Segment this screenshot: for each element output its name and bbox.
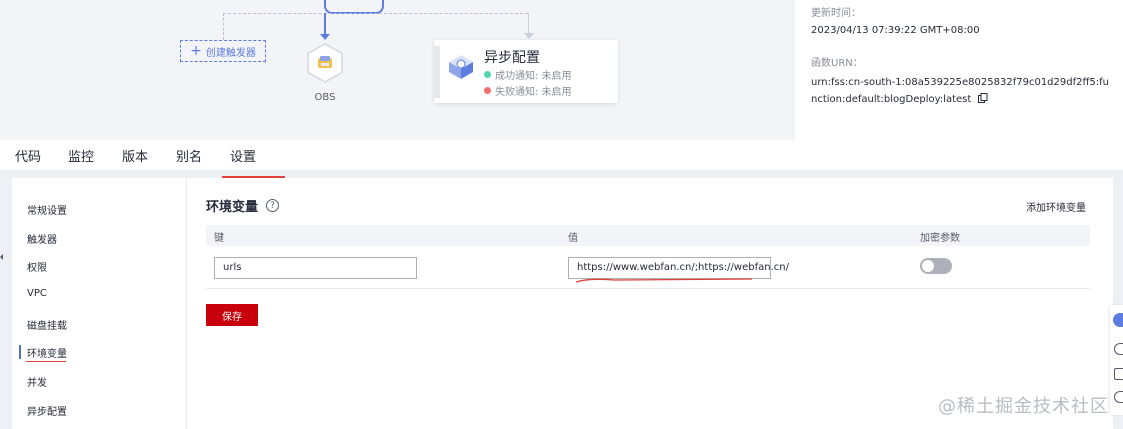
- async-config-card[interactable]: 异步配置 成功通知: 未启用 失败通知: 未启用: [434, 40, 618, 103]
- section-title: 环境变量 ?: [206, 196, 280, 215]
- sidebar-annotation-underline: [26, 361, 66, 362]
- chevron-left-icon[interactable]: [0, 254, 3, 260]
- flow-connector: [324, 0, 384, 14]
- arrow-down-icon: [320, 34, 330, 40]
- sidebar-item-disk-mount[interactable]: 磁盘挂载: [27, 317, 67, 332]
- failure-notice-text: 失败通知: 未启用: [495, 87, 572, 98]
- smile-icon[interactable]: [1114, 391, 1123, 403]
- updated-label: 更新时间：: [811, 8, 861, 19]
- status-dot: [484, 87, 491, 94]
- urn-value: urn:fss:cn-south-1:08a539225e8025832f79c…: [811, 74, 1111, 108]
- updated-value: 2023/04/13 07:39:22 GMT+08:00: [811, 25, 980, 36]
- toggle-knob: [922, 260, 934, 272]
- section-title-text: 环境变量: [206, 200, 259, 215]
- sidebar-item-concurrency[interactable]: 并发: [27, 374, 47, 389]
- help-icon[interactable]: ?: [266, 199, 280, 212]
- obs-trigger-node[interactable]: [305, 43, 345, 83]
- arrow-down-icon: [524, 33, 534, 39]
- card-accent-bar: [434, 46, 440, 98]
- sidebar-item-permissions[interactable]: 权限: [27, 259, 47, 274]
- watermark: @稀土掘金技术社区: [938, 396, 1109, 417]
- function-info-panel: 更新时间： 2023/04/13 07:39:22 GMT+08:00 函数UR…: [795, 0, 1123, 140]
- async-config-title: 异步配置: [484, 50, 540, 66]
- value-annotation-underline: [575, 278, 753, 283]
- failure-notice: 失败通知: 未启用: [484, 83, 572, 98]
- encrypt-toggle[interactable]: [920, 258, 952, 274]
- save-button[interactable]: 保存: [206, 304, 258, 326]
- function-tabs: 代码 监控 版本 别名 设置: [0, 140, 1123, 170]
- urn-label: 函数URN：: [811, 58, 863, 69]
- plus-icon: +: [190, 43, 202, 59]
- feedback-icon[interactable]: [1114, 368, 1123, 380]
- flow-connector: [324, 13, 326, 35]
- urn-text: urn:fss:cn-south-1:08a539225e8025832f79c…: [811, 77, 1109, 105]
- env-key-input[interactable]: urls: [214, 257, 417, 279]
- tab-version[interactable]: 版本: [122, 146, 148, 165]
- create-trigger-label: 创建触发器: [205, 47, 256, 59]
- tab-monitor[interactable]: 监控: [68, 146, 94, 165]
- table-row: urls https://www.webfan.cn/;https://webf…: [206, 246, 1090, 289]
- help-circle-icon[interactable]: [1114, 343, 1123, 355]
- obs-label: OBS: [314, 92, 336, 103]
- tab-settings[interactable]: 设置: [230, 146, 256, 165]
- copy-icon[interactable]: [978, 93, 988, 103]
- col-value: 值: [568, 233, 578, 244]
- tab-alias[interactable]: 别名: [176, 146, 202, 165]
- col-key: 键: [214, 233, 224, 244]
- sidebar-item-triggers[interactable]: 触发器: [27, 231, 57, 246]
- col-encrypt: 加密参数: [920, 233, 960, 244]
- flow-canvas: + 创建触发器 OBS 异步配置 成功通知: 未启用 失败通知: 未启用 更新时…: [0, 0, 1123, 140]
- success-notice: 成功通知: 未启用: [484, 67, 572, 82]
- sidebar-active-indicator: [19, 345, 21, 359]
- flow-connector: [223, 13, 224, 40]
- create-trigger-button[interactable]: + 创建触发器: [180, 40, 266, 62]
- settings-sidebar: 常规设置 触发器 权限 VPC 磁盘挂载 环境变量 并发 异步配置: [12, 178, 187, 429]
- sidebar-item-vpc[interactable]: VPC: [27, 288, 47, 299]
- sidebar-item-env-vars[interactable]: 环境变量: [27, 345, 67, 360]
- success-notice-text: 成功通知: 未启用: [495, 71, 572, 82]
- status-dot: [484, 71, 491, 78]
- flow-connector: [223, 13, 528, 14]
- add-env-var-button[interactable]: 添加环境变量: [1026, 199, 1086, 214]
- tab-code[interactable]: 代码: [15, 146, 41, 165]
- floating-toolbar: [1110, 305, 1123, 415]
- assistant-icon[interactable]: [1113, 313, 1123, 327]
- sidebar-item-general[interactable]: 常规设置: [27, 202, 67, 217]
- obs-icon: [307, 43, 343, 83]
- sidebar-item-async[interactable]: 异步配置: [27, 403, 67, 418]
- async-config-icon: [449, 55, 473, 79]
- env-table-header: 键 值 加密参数: [206, 225, 1090, 246]
